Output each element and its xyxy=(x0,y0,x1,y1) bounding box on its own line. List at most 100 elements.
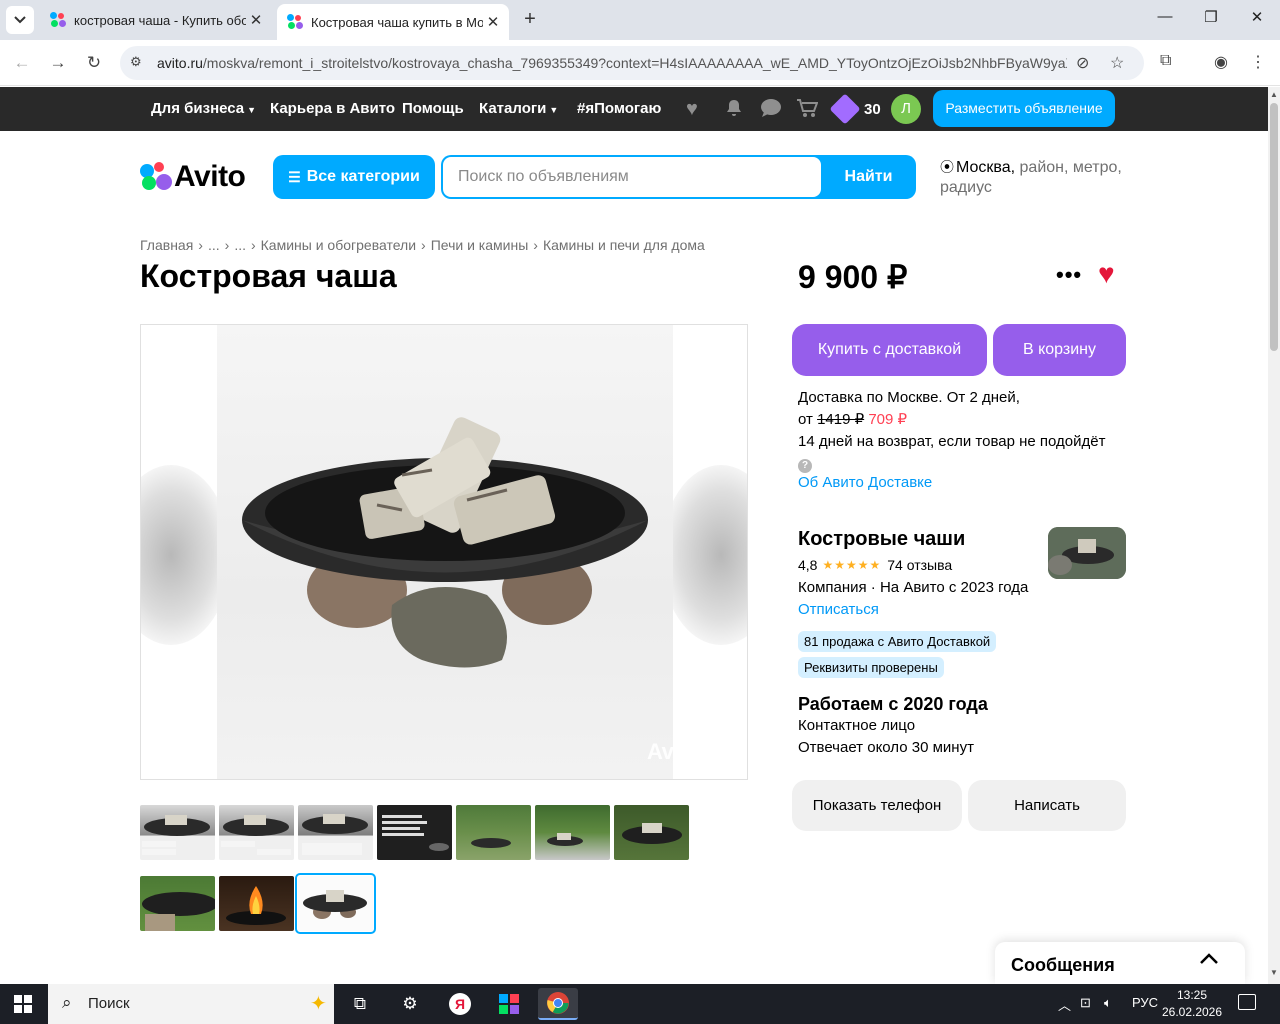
photo-thumbnail[interactable] xyxy=(219,876,294,931)
reload-icon[interactable]: ↻ xyxy=(82,51,106,75)
seller-avatar[interactable] xyxy=(1048,527,1126,579)
buy-with-delivery-button[interactable]: Купить с доставкой xyxy=(792,324,987,376)
user-avatar[interactable]: Л xyxy=(891,94,921,124)
tracking-protection-icon[interactable]: ⊘ xyxy=(1076,53,1089,73)
show-phone-button[interactable]: Показать телефон xyxy=(792,780,962,831)
about-delivery-link[interactable]: Об Авито Доставке xyxy=(798,474,932,491)
tray-overflow-icon[interactable]: ︿ xyxy=(1058,995,1071,1014)
site-settings-icon[interactable]: ⚙ xyxy=(130,54,142,70)
language-indicator[interactable]: РУС xyxy=(1132,995,1158,1010)
help-question-icon[interactable]: ? xyxy=(798,459,812,473)
messages-label: Сообщения xyxy=(1011,955,1115,975)
volume-icon[interactable]: 🔈︎ xyxy=(1104,995,1112,1011)
more-options-icon[interactable]: ••• xyxy=(1056,262,1082,288)
new-tab-button[interactable]: + xyxy=(518,8,542,32)
forward-arrow-icon[interactable]: → xyxy=(46,51,70,75)
breadcrumb-item[interactable]: Главная xyxy=(140,237,193,253)
close-tab-icon[interactable]: ✕ xyxy=(246,11,266,29)
topnav-help[interactable]: Помощь xyxy=(402,100,464,117)
breadcrumb-item[interactable]: Печи и камины xyxy=(431,237,529,253)
maximize-window-button[interactable]: ❐ xyxy=(1196,8,1226,32)
photo-thumbnail[interactable] xyxy=(140,805,215,860)
unsubscribe-link[interactable]: Отписаться xyxy=(798,601,879,618)
topnav-ihelp[interactable]: #яПомогаю xyxy=(577,100,661,117)
avito-logo[interactable]: Avito xyxy=(140,160,246,194)
photo-thumbnail[interactable] xyxy=(535,805,610,860)
post-ad-button[interactable]: Разместить объявление xyxy=(933,90,1115,127)
photo-thumbnail[interactable] xyxy=(377,805,452,860)
all-categories-button[interactable]: ☰ Все категории xyxy=(273,155,435,199)
bookmark-star-icon[interactable]: ☆ xyxy=(1110,53,1124,73)
network-icon[interactable]: ⊡ xyxy=(1080,995,1091,1011)
breadcrumb-item[interactable]: ... xyxy=(208,237,220,253)
thumb-garden-icon xyxy=(471,838,511,848)
topnav-catalogs[interactable]: Каталоги ▼ xyxy=(479,100,558,117)
chrome-icon[interactable] xyxy=(538,988,578,1020)
yandex-browser-icon[interactable]: Я xyxy=(440,988,480,1020)
taskbar-search[interactable]: ⌕ Поиск ✦ xyxy=(48,984,334,1024)
close-window-button[interactable]: ✕ xyxy=(1242,8,1272,32)
breadcrumb-item[interactable]: Камины и печи для дома xyxy=(543,237,705,253)
task-view-icon[interactable]: ⧉ xyxy=(340,988,380,1020)
seller-name[interactable]: Костровые чаши xyxy=(798,528,965,551)
photo-thumbnail[interactable] xyxy=(219,805,294,860)
app-grid-icon[interactable] xyxy=(489,988,529,1020)
favorite-heart-icon[interactable]: ♥ xyxy=(1098,258,1115,290)
scrollbar-thumb[interactable] xyxy=(1270,103,1278,351)
write-message-button[interactable]: Написать xyxy=(968,780,1126,831)
back-arrow-icon[interactable]: ← xyxy=(10,51,34,75)
reviews-link[interactable]: 74 отзыва xyxy=(887,557,952,573)
main-photo[interactable]: Avito xyxy=(140,324,748,780)
scroll-down-arrow-icon[interactable]: ▼ xyxy=(1268,968,1280,977)
avito-favicon-icon xyxy=(287,14,303,30)
photo-thumbnail[interactable] xyxy=(456,805,531,860)
bonus-balance[interactable]: 30 xyxy=(829,93,881,125)
messages-chat-icon[interactable] xyxy=(760,98,782,124)
search-button[interactable]: Найти xyxy=(821,155,916,199)
settings-gear-icon[interactable]: ⚙ xyxy=(390,988,430,1020)
messages-panel[interactable]: Сообщения xyxy=(995,942,1245,984)
notifications-bell-icon[interactable] xyxy=(724,98,744,124)
minimize-window-button[interactable]: — xyxy=(1150,8,1180,32)
photo-thumbnail[interactable] xyxy=(298,805,373,860)
extensions-icon[interactable]: ⧉ xyxy=(1160,52,1171,70)
breadcrumb-item[interactable]: Камины и обогреватели xyxy=(261,237,416,253)
cart-icon[interactable] xyxy=(796,98,819,124)
address-bar[interactable]: ⚙ avito.ru/moskva/remont_i_stroitelstvo/… xyxy=(120,46,1144,80)
topnav-career[interactable]: Карьера в Авито xyxy=(270,100,395,117)
windows-taskbar: ⌕ Поиск ✦ ⧉ ⚙ Я ︿ ⊡ 🔈︎ РУС 13:25 26.02.2… xyxy=(0,984,1280,1024)
browser-tab-active[interactable]: Костровая чаша купить в Москве ✕ xyxy=(277,4,509,40)
close-tab-icon[interactable]: ✕ xyxy=(483,13,503,31)
browser-menu-icon[interactable]: ⋮ xyxy=(1250,52,1266,72)
thumb-garden-icon xyxy=(142,892,215,931)
photo-thumbnail-selected[interactable] xyxy=(295,873,376,934)
breadcrumb-item[interactable]: ... xyxy=(234,237,246,253)
windows-start-icon[interactable] xyxy=(14,995,32,1013)
tab-search-button[interactable] xyxy=(6,6,34,34)
tab-title: костровая чаша - Купить обогреватель xyxy=(74,12,246,28)
response-time: Отвечает около 30 минут xyxy=(798,739,974,756)
scroll-up-arrow-icon[interactable]: ▲ xyxy=(1268,90,1280,99)
photo-thumbnail[interactable] xyxy=(140,876,215,931)
browser-toolbar: ← → ↻ ⚙ avito.ru/moskva/remont_i_stroite… xyxy=(0,40,1280,86)
notifications-icon[interactable] xyxy=(1238,994,1256,1010)
location-pin-icon: ⦿ xyxy=(940,159,954,175)
search-input[interactable] xyxy=(443,157,821,197)
taskbar-clock[interactable]: 13:25 26.02.2026 xyxy=(1160,987,1224,1021)
location-selector[interactable]: ⦿ Москва, район, метро, радиус xyxy=(940,157,1130,198)
profile-icon[interactable]: ◉ xyxy=(1214,52,1228,72)
avito-favicon-icon xyxy=(50,12,66,28)
logo-wordmark: Avito xyxy=(174,160,246,193)
contact-person: Контактное лицо xyxy=(798,717,916,734)
photo-thumbnail[interactable] xyxy=(614,805,689,860)
browser-tab-inactive[interactable]: костровая чаша - Купить обогреватель ✕ xyxy=(40,4,272,36)
chevron-down-icon xyxy=(14,16,26,24)
thumb-fire-icon xyxy=(226,886,286,925)
url-text[interactable]: avito.ru/moskva/remont_i_stroitelstvo/ko… xyxy=(157,55,1067,71)
chevron-up-icon[interactable] xyxy=(1200,952,1218,970)
topnav-business[interactable]: Для бизнеса ▼ xyxy=(151,100,256,117)
favorites-heart-icon[interactable]: ♥ xyxy=(686,98,698,121)
breadcrumb: Главная ›... ›... › Камины и обогреватели › Пе… xyxy=(140,237,705,253)
thumb-bowl-icon xyxy=(221,815,291,855)
add-to-cart-button[interactable]: В корзину xyxy=(993,324,1126,376)
